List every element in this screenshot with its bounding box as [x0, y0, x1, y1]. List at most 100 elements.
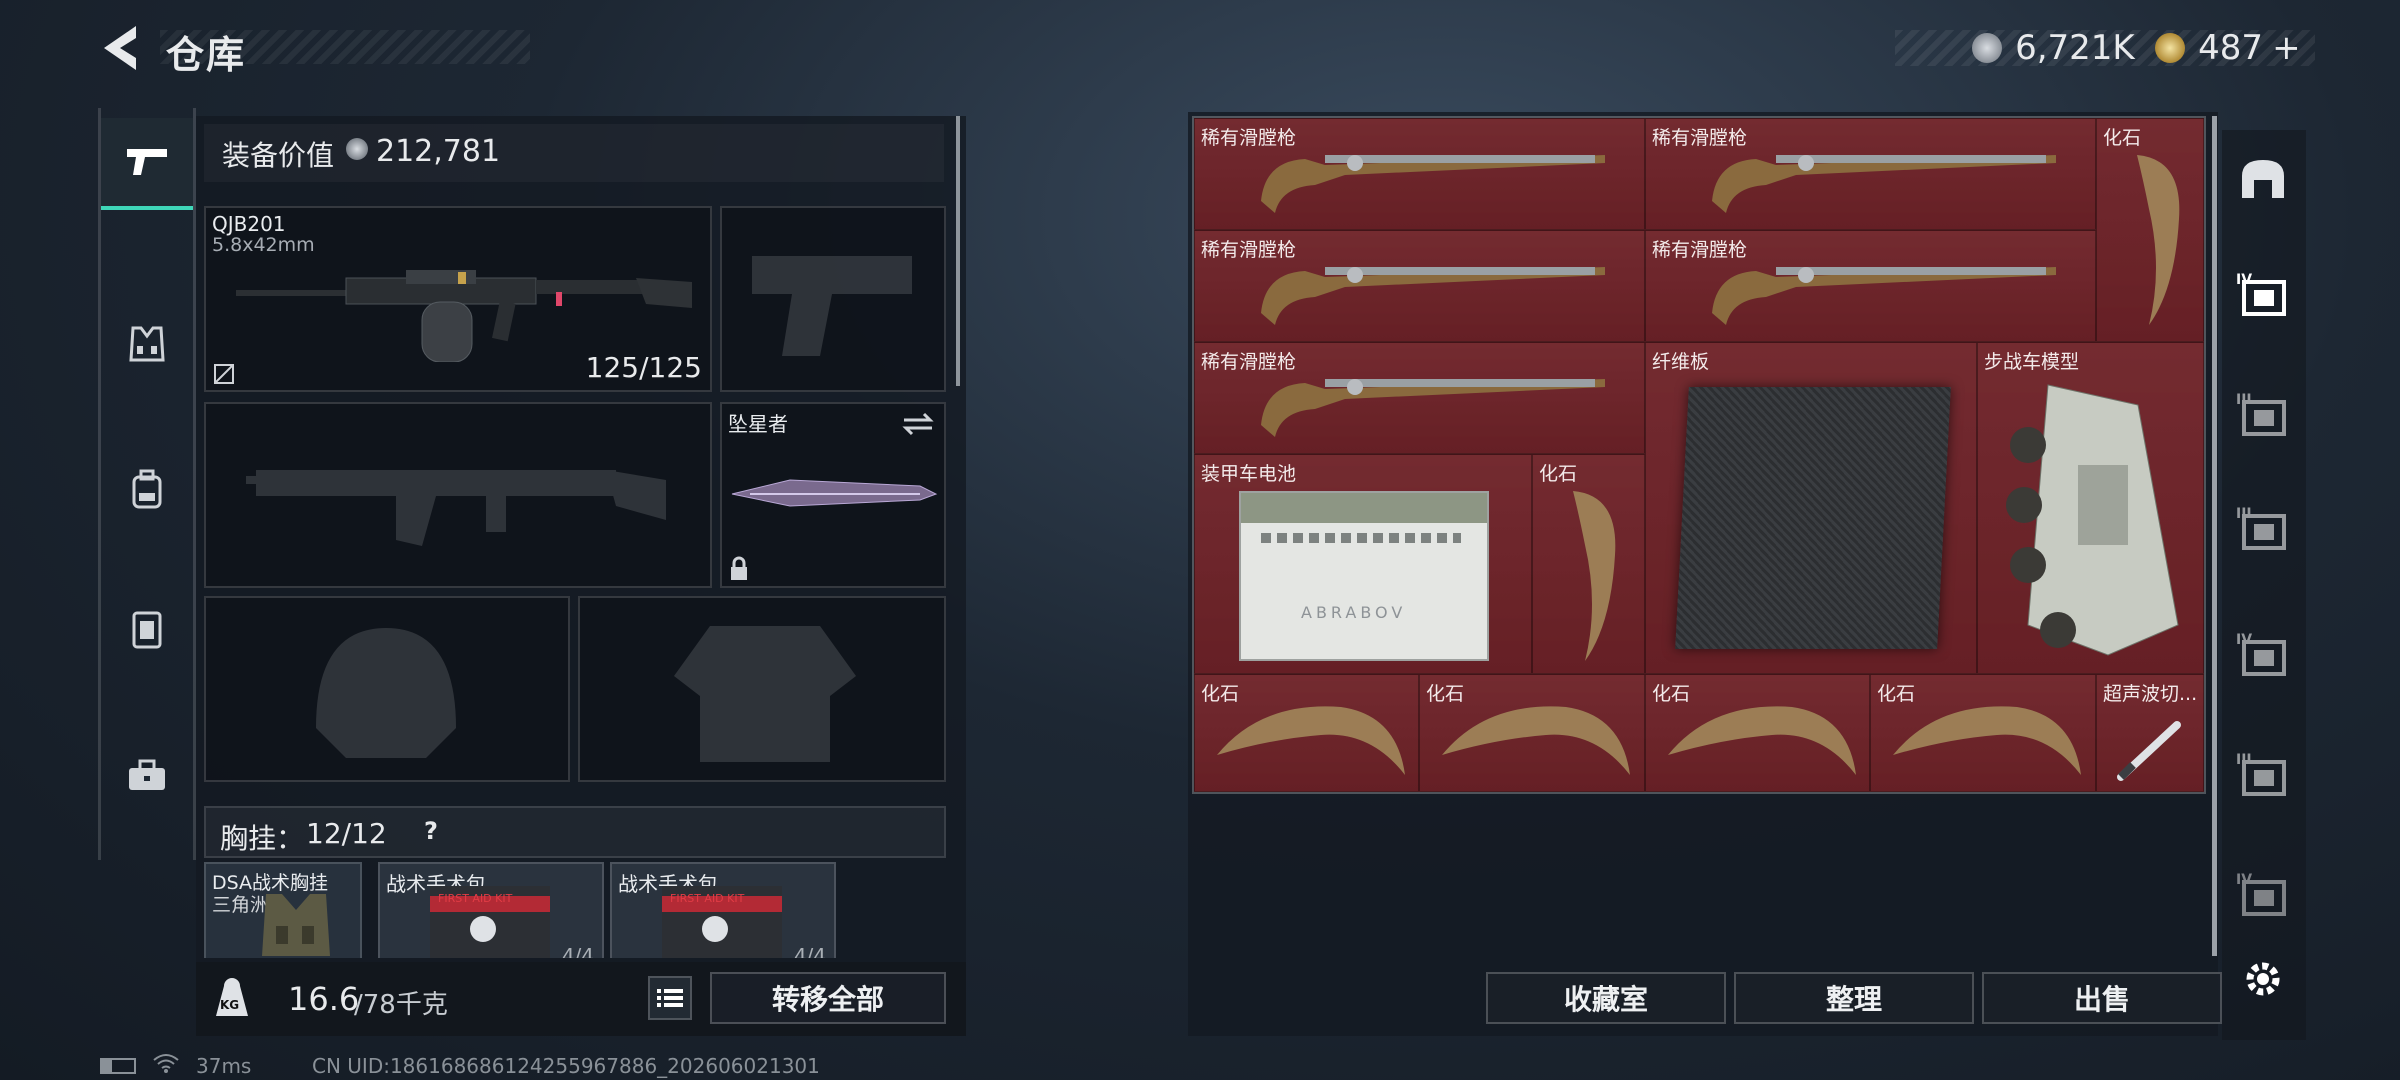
battery-vents — [1261, 533, 1461, 543]
battery-status-icon — [100, 1058, 136, 1074]
transfer-all-button[interactable]: 转移全部 — [710, 972, 946, 1024]
item-ultrasonic-cutter[interactable]: 超声波切... — [2096, 674, 2204, 792]
page-title: 仓库 — [166, 33, 247, 77]
item-label: 化石 — [1539, 463, 1578, 485]
item-fossil[interactable]: 化石 — [1532, 454, 1645, 674]
chest-rig-label: 胸挂： — [220, 822, 305, 855]
wifi-icon — [153, 1054, 179, 1073]
lmg-art — [236, 270, 692, 362]
tier-3-case-icon: III — [2236, 506, 2286, 550]
no-insurance-icon — [214, 364, 234, 384]
back-arrow-icon — [104, 26, 136, 70]
item-fossil[interactable]: 化石 — [1419, 674, 1645, 792]
bunker-icon — [2242, 160, 2284, 198]
rig-item-surgical-kit-1[interactable]: 战术手术包 FIRST AID KIT 4/4 — [378, 862, 604, 958]
weight-max: /78千克 — [354, 990, 448, 1020]
rifle-silhouette-icon — [246, 470, 666, 546]
rig-item-surgical-kit-2[interactable]: 战术手术包 FIRST AID KIT 4/4 — [610, 862, 836, 958]
uid-text: CN UID:18616868612425596788​6_2026060213… — [312, 1054, 820, 1078]
item-label: 化石 — [2103, 127, 2142, 149]
item-rare-musket[interactable]: 稀有滑膛枪 — [1194, 230, 1645, 342]
tier-4-case-icon: IV — [2236, 272, 2286, 316]
item-fossil[interactable]: 化石 — [1645, 674, 1870, 792]
primary-weapon-name: QJB201 — [212, 212, 286, 236]
item-fossil[interactable]: 化石 — [2096, 118, 2204, 342]
svg-text:IV: IV — [2236, 872, 2252, 888]
item-rare-musket[interactable]: 稀有滑膛枪 — [1645, 118, 2096, 230]
rail-item-backpack[interactable] — [101, 444, 193, 536]
sell-button[interactable]: 出售 — [1982, 972, 2222, 1024]
svg-text:III: III — [2236, 392, 2252, 408]
side-tab-case-iv-b[interactable]: IV — [2218, 610, 2308, 700]
item-label: 步战车模型 — [1984, 351, 2080, 373]
svg-text:III: III — [2236, 752, 2252, 768]
item-ifv-model[interactable]: 步战车模型 — [1977, 342, 2204, 674]
item-rare-musket[interactable]: 稀有滑膛枪 — [1194, 118, 1645, 230]
chest-rig-count: 12/12 — [306, 817, 387, 850]
side-tab-case-iii[interactable]: III — [2218, 370, 2308, 460]
help-button[interactable]: ? — [414, 814, 448, 848]
primary-weapon-slot[interactable]: QJB201 5.8x42mm 125/125 — [204, 206, 712, 392]
side-tab-case-iv-c[interactable]: IV — [2218, 850, 2308, 940]
collection-room-button[interactable]: 收藏室 — [1486, 972, 1726, 1024]
secondary-weapon-slot[interactable] — [204, 402, 712, 588]
loadout-scrollbar[interactable] — [956, 116, 960, 386]
back-button[interactable] — [96, 22, 144, 74]
melee-slot[interactable]: 坠星者 — [720, 402, 946, 588]
currency-primary: 6,721K — [1972, 28, 2135, 68]
weight-current: 16.6 — [288, 980, 360, 1018]
equipment-value: 212,781 — [376, 134, 501, 169]
currency-primary-value: 6,721K — [2015, 28, 2135, 68]
fossil-claw-art — [1668, 706, 1856, 775]
side-tab-case-iii-c[interactable]: III — [2218, 730, 2308, 820]
add-currency-button[interactable]: + — [2272, 28, 2301, 68]
fiberboard-art — [1675, 387, 1951, 649]
swap-icon[interactable] — [900, 410, 936, 438]
kit-text: FIRST AID KIT — [438, 892, 513, 905]
settings-button[interactable] — [2218, 934, 2308, 1024]
armor-slot[interactable] — [578, 596, 946, 782]
gear-icon — [2246, 962, 2280, 996]
rig-item-count: 4/4 — [561, 944, 594, 958]
kg-weight-icon: KG — [210, 976, 254, 1020]
musket-art — [1261, 267, 1605, 325]
first-aid-pouch-art: FIRST AID KIT — [662, 886, 782, 958]
tier-3-case-icon: III — [2236, 752, 2286, 796]
sort-button[interactable]: 整理 — [1734, 972, 1974, 1024]
backpack-icon — [132, 469, 162, 509]
fossil-claw-art — [2137, 155, 2180, 325]
item-rare-musket[interactable]: 稀有滑膛枪 — [1645, 230, 2096, 342]
equipment-value-bar: 装备价值 212,781 — [204, 124, 944, 182]
musket-art — [1261, 379, 1605, 437]
ifv-model-art — [2006, 384, 2179, 656]
list-view-button[interactable] — [648, 976, 692, 1020]
tier-3-case-icon: III — [2236, 392, 2286, 436]
primary-weapon-ammo: 125/125 — [585, 351, 702, 384]
armor-plate-icon — [132, 611, 162, 649]
chest-rig-bar[interactable]: 胸挂： 12/12 ? — [204, 806, 946, 858]
medical-cross-icon — [702, 916, 728, 942]
item-label: 装甲车电池 — [1201, 463, 1297, 485]
rig-item-vest[interactable]: DSA战术胸挂 三角洲 — [204, 862, 362, 958]
helmet-slot[interactable] — [204, 596, 570, 782]
rail-item-armor[interactable] — [101, 584, 193, 676]
side-tab-case-iii-b[interactable]: III — [2218, 484, 2308, 574]
item-fossil[interactable]: 化石 — [1194, 674, 1419, 792]
fossil-claw-art — [1893, 706, 2081, 775]
item-label: 超声波切... — [2103, 683, 2198, 705]
item-armored-vehicle-battery[interactable]: 装甲车电池 ABRABOV — [1194, 454, 1532, 674]
currency-secondary[interactable]: 487 + — [2155, 28, 2301, 68]
item-fossil[interactable]: 化石 — [1870, 674, 2096, 792]
pistol-slot[interactable] — [720, 206, 946, 392]
item-rare-musket[interactable]: 稀有滑膛枪 — [1194, 342, 1645, 454]
rail-item-vest[interactable] — [101, 298, 193, 390]
storage-scrollbar[interactable] — [2212, 116, 2217, 956]
item-fiberboard[interactable]: 纤维板 — [1645, 342, 1977, 674]
battery-text: ABRABOV — [1301, 603, 1407, 622]
ultrasonic-cutter-art — [2117, 721, 2181, 781]
side-tab-case-iv[interactable]: IV — [2218, 250, 2308, 340]
side-tab-bunker[interactable] — [2218, 134, 2308, 224]
item-label: 纤维板 — [1652, 351, 1710, 373]
rail-item-weapons[interactable] — [101, 118, 193, 210]
rail-item-toolbox[interactable] — [101, 730, 193, 822]
